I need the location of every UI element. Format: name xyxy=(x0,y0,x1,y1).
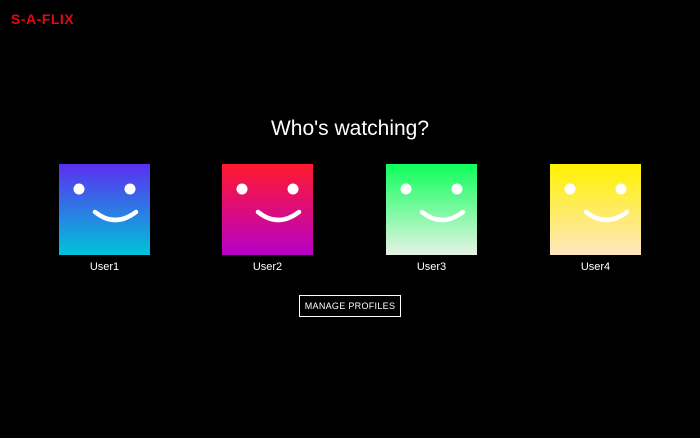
smiley-face-icon xyxy=(550,164,641,255)
profile-name: User2 xyxy=(252,261,283,273)
profile-name: User3 xyxy=(416,261,447,273)
avatar[interactable] xyxy=(550,164,641,255)
avatar[interactable] xyxy=(222,164,313,255)
profile-name: User1 xyxy=(89,261,120,273)
profile-user4[interactable]: User4 xyxy=(550,164,641,273)
avatar[interactable] xyxy=(386,164,477,255)
manage-profiles-button[interactable]: MANAGE PROFILES xyxy=(299,295,401,317)
smiley-face-icon xyxy=(59,164,150,255)
profile-list: User1 User2 User3 User4 xyxy=(0,164,700,284)
profile-user2[interactable]: User2 xyxy=(222,164,313,273)
smiley-face-icon xyxy=(222,164,313,255)
profile-selection-screen: S-A-FLIX Who's watching? User1 User2 Use… xyxy=(0,0,700,438)
profile-user3[interactable]: User3 xyxy=(386,164,477,273)
smiley-face-icon xyxy=(386,164,477,255)
page-title: Who's watching? xyxy=(270,117,430,140)
app-logo[interactable]: S-A-FLIX xyxy=(11,11,74,27)
profile-user1[interactable]: User1 xyxy=(59,164,150,273)
profile-name: User4 xyxy=(580,261,611,273)
avatar[interactable] xyxy=(59,164,150,255)
